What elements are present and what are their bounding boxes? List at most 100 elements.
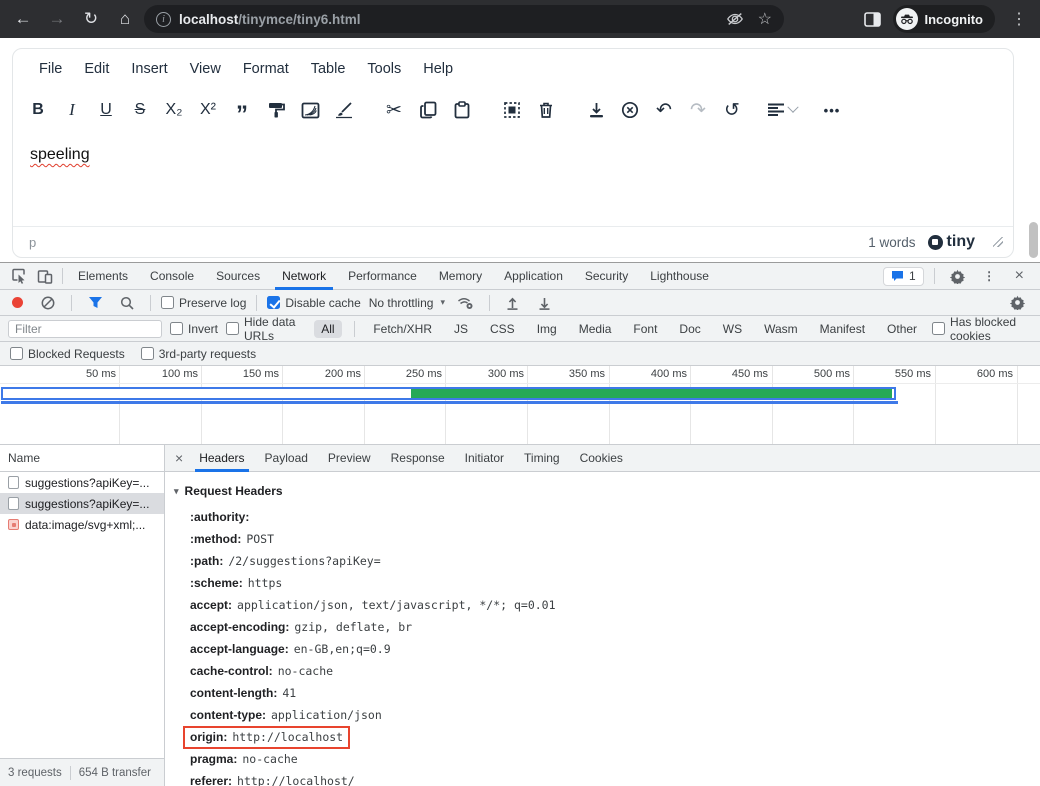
- detail-tab-cookies[interactable]: Cookies: [570, 445, 633, 472]
- request-headers-section[interactable]: ▾Request Headers: [174, 481, 1040, 501]
- paste-icon[interactable]: [445, 95, 479, 125]
- save-download-icon[interactable]: [579, 95, 613, 125]
- settings-gear-icon[interactable]: [945, 265, 971, 287]
- undo-icon[interactable]: ↶: [647, 95, 681, 125]
- record-icon[interactable]: [12, 297, 23, 308]
- blockquote-button[interactable]: ”: [225, 95, 259, 125]
- preserve-log-checkbox[interactable]: [161, 296, 174, 309]
- filter-type-wasm[interactable]: Wasm: [757, 320, 805, 338]
- network-conditions-icon[interactable]: [453, 292, 479, 314]
- browser-menu-icon[interactable]: ⋮: [1007, 9, 1032, 29]
- disable-cache-toggle[interactable]: Disable cache: [267, 296, 360, 310]
- misspelled-word[interactable]: speeling: [30, 146, 90, 163]
- more-options-icon[interactable]: •••: [815, 95, 849, 125]
- underline-button[interactable]: U: [89, 95, 123, 125]
- tab-elements[interactable]: Elements: [67, 263, 139, 290]
- menu-edit[interactable]: Edit: [74, 55, 119, 83]
- preserve-log-toggle[interactable]: Preserve log: [161, 296, 246, 310]
- filter-type-fetch-xhr[interactable]: Fetch/XHR: [366, 320, 439, 338]
- address-bar[interactable]: i localhost/tinymce/tiny6.html ☆: [144, 5, 784, 33]
- tab-network[interactable]: Network: [271, 263, 337, 290]
- page-scrollbar[interactable]: [1029, 222, 1038, 258]
- detail-tab-preview[interactable]: Preview: [318, 445, 381, 472]
- copy-icon[interactable]: [411, 95, 445, 125]
- tab-application[interactable]: Application: [493, 263, 574, 290]
- filter-type-ws[interactable]: WS: [716, 320, 749, 338]
- detail-tab-response[interactable]: Response: [381, 445, 455, 472]
- detail-tab-initiator[interactable]: Initiator: [455, 445, 514, 472]
- incognito-badge[interactable]: Incognito: [893, 5, 996, 33]
- devtools-menu-icon[interactable]: ⋮: [977, 265, 1003, 287]
- detail-tab-timing[interactable]: Timing: [514, 445, 570, 472]
- has-blocked-cookies-toggle[interactable]: Has blocked cookies: [932, 315, 1032, 343]
- throttling-select[interactable]: No throttling▾: [367, 296, 447, 310]
- select-all-icon[interactable]: [495, 95, 529, 125]
- network-overview-timeline[interactable]: 50 ms 100 ms 150 ms 200 ms 250 ms 300 ms…: [0, 366, 1040, 445]
- import-har-icon[interactable]: [500, 292, 526, 314]
- cancel-icon[interactable]: [613, 95, 647, 125]
- blocked-requests-toggle[interactable]: Blocked Requests: [10, 347, 125, 361]
- menu-tools[interactable]: Tools: [357, 55, 411, 83]
- detail-tab-headers[interactable]: Headers: [189, 445, 254, 472]
- blocked-requests-checkbox[interactable]: [10, 347, 23, 360]
- tab-security[interactable]: Security: [574, 263, 639, 290]
- filter-type-doc[interactable]: Doc: [672, 320, 707, 338]
- format-painter-icon[interactable]: [259, 95, 293, 125]
- menu-file[interactable]: File: [29, 55, 72, 83]
- back-icon[interactable]: ←: [8, 4, 38, 34]
- tab-sources[interactable]: Sources: [205, 263, 271, 290]
- name-column-header[interactable]: Name: [0, 445, 164, 472]
- request-row-selected[interactable]: suggestions?apiKey=...: [0, 493, 164, 514]
- bold-button[interactable]: B: [21, 95, 55, 125]
- bookmark-star-icon[interactable]: ☆: [758, 9, 772, 29]
- third-party-checkbox[interactable]: [141, 347, 154, 360]
- tab-performance[interactable]: Performance: [337, 263, 428, 290]
- export-har-icon[interactable]: [532, 292, 558, 314]
- invert-toggle[interactable]: Invert: [170, 322, 218, 336]
- remove-format-brush-icon[interactable]: [327, 95, 361, 125]
- request-row[interactable]: data:image/svg+xml;...: [0, 514, 164, 535]
- subscript-button[interactable]: X₂: [157, 95, 191, 125]
- invert-checkbox[interactable]: [170, 322, 183, 335]
- filter-funnel-icon[interactable]: [82, 292, 108, 314]
- hide-data-urls-toggle[interactable]: Hide data URLs: [226, 315, 306, 343]
- filter-type-other[interactable]: Other: [880, 320, 924, 338]
- align-left-icon[interactable]: [765, 95, 799, 125]
- tab-memory[interactable]: Memory: [428, 263, 493, 290]
- menu-format[interactable]: Format: [233, 55, 299, 83]
- forward-icon[interactable]: →: [42, 4, 72, 34]
- menu-help[interactable]: Help: [413, 55, 463, 83]
- hide-data-urls-checkbox[interactable]: [226, 322, 239, 335]
- filter-input[interactable]: [8, 320, 162, 338]
- issues-counter[interactable]: 1: [883, 267, 924, 286]
- has-blocked-cookies-checkbox[interactable]: [932, 322, 945, 335]
- italic-button[interactable]: I: [55, 95, 89, 125]
- side-panel-icon[interactable]: [864, 12, 881, 27]
- detail-tab-payload[interactable]: Payload: [255, 445, 318, 472]
- filter-type-manifest[interactable]: Manifest: [813, 320, 872, 338]
- reload-icon[interactable]: ↻: [76, 4, 106, 34]
- word-count[interactable]: 1 words: [868, 235, 915, 250]
- delete-trash-icon[interactable]: [529, 95, 563, 125]
- eye-off-icon[interactable]: [726, 12, 744, 26]
- tab-lighthouse[interactable]: Lighthouse: [639, 263, 720, 290]
- inspect-element-icon[interactable]: [6, 265, 32, 287]
- menu-table[interactable]: Table: [301, 55, 356, 83]
- devtools-close-icon[interactable]: ×: [1009, 267, 1030, 285]
- resize-handle-icon[interactable]: [993, 237, 1003, 247]
- request-row[interactable]: suggestions?apiKey=...: [0, 472, 164, 493]
- disable-cache-checkbox[interactable]: [267, 296, 280, 309]
- menu-view[interactable]: View: [180, 55, 231, 83]
- element-path[interactable]: p: [29, 235, 36, 250]
- redo-icon[interactable]: ↷: [681, 95, 715, 125]
- filter-type-font[interactable]: Font: [626, 320, 664, 338]
- strikethrough-button[interactable]: S: [123, 95, 157, 125]
- filter-type-js[interactable]: JS: [447, 320, 475, 338]
- home-icon[interactable]: ⌂: [110, 4, 140, 34]
- filter-type-img[interactable]: Img: [530, 320, 564, 338]
- network-settings-gear-icon[interactable]: [1008, 292, 1034, 314]
- menu-insert[interactable]: Insert: [121, 55, 177, 83]
- cut-icon[interactable]: ✂: [377, 95, 411, 125]
- tab-console[interactable]: Console: [139, 263, 205, 290]
- restore-draft-icon[interactable]: ↺: [715, 95, 749, 125]
